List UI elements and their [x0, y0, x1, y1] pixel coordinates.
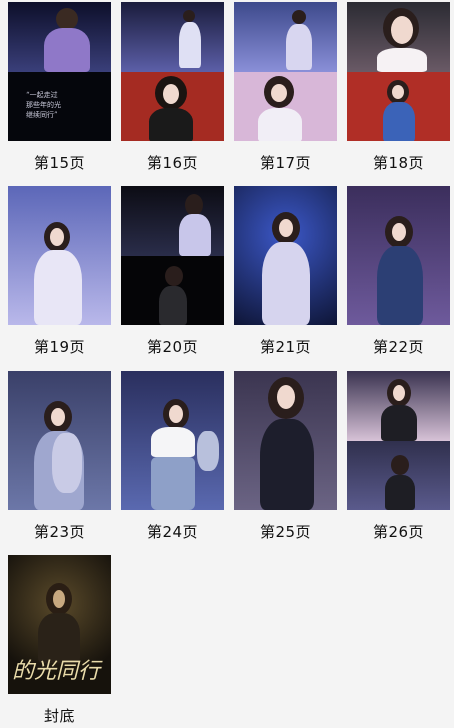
page-thumbnail-22[interactable] [347, 186, 450, 325]
page-label: 第19页 [33, 338, 86, 356]
page-label: 第18页 [372, 154, 425, 172]
page-thumbnail-23[interactable] [8, 371, 111, 510]
page-thumbnail-16[interactable] [121, 2, 224, 141]
page-thumbnail-21[interactable] [234, 186, 337, 325]
page-label: 第22页 [372, 338, 425, 356]
page-tile-26[interactable]: 第26页 [347, 371, 450, 541]
page-tile-16[interactable]: 第16页 [121, 2, 224, 172]
page-tile-20[interactable]: 第20页 [121, 186, 224, 356]
page-thumbnail-15[interactable]: “一起走过 那些年的光 继续同行” [8, 2, 111, 141]
page-label: 第25页 [259, 523, 312, 541]
page-label: 第20页 [146, 338, 199, 356]
page-thumbnail-24[interactable] [121, 371, 224, 510]
page-thumbnail-19[interactable] [8, 186, 111, 325]
page-tile-18[interactable]: 第18页 [347, 2, 450, 172]
page-thumbnail-20[interactable] [121, 186, 224, 325]
page-thumbnail-25[interactable] [234, 371, 337, 510]
page-tile-19[interactable]: 第19页 [8, 186, 111, 356]
page-tile-17[interactable]: 第17页 [234, 2, 337, 172]
page-thumbnail-17[interactable] [234, 2, 337, 141]
page-label: 封底 [43, 707, 75, 725]
page-label: 第26页 [372, 523, 425, 541]
page-label: 第15页 [33, 154, 86, 172]
page-thumbnail-18[interactable] [347, 2, 450, 141]
page-label: 第24页 [146, 523, 199, 541]
page-label: 第21页 [259, 338, 312, 356]
back-cover-title: 的光同行 [12, 659, 101, 684]
page-tile-22[interactable]: 第22页 [347, 186, 450, 356]
page-label: 第17页 [259, 154, 312, 172]
page-thumbnail-back-cover[interactable]: 的光同行 [8, 555, 111, 694]
page-tile-24[interactable]: 第24页 [121, 371, 224, 541]
page-thumbnail-26[interactable] [347, 371, 450, 510]
page-label: 第16页 [146, 154, 199, 172]
page-tile-21[interactable]: 第21页 [234, 186, 337, 356]
page-tile-25[interactable]: 第25页 [234, 371, 337, 541]
page-tile-15[interactable]: “一起走过 那些年的光 继续同行” 第15页 [8, 2, 111, 172]
page-thumbnail-grid: “一起走过 那些年的光 继续同行” 第15页 第16页 第17页 第18页 第1… [0, 0, 454, 728]
page-tile-23[interactable]: 第23页 [8, 371, 111, 541]
page-tile-back-cover[interactable]: 的光同行 封底 [8, 555, 111, 725]
page-label: 第23页 [33, 523, 86, 541]
